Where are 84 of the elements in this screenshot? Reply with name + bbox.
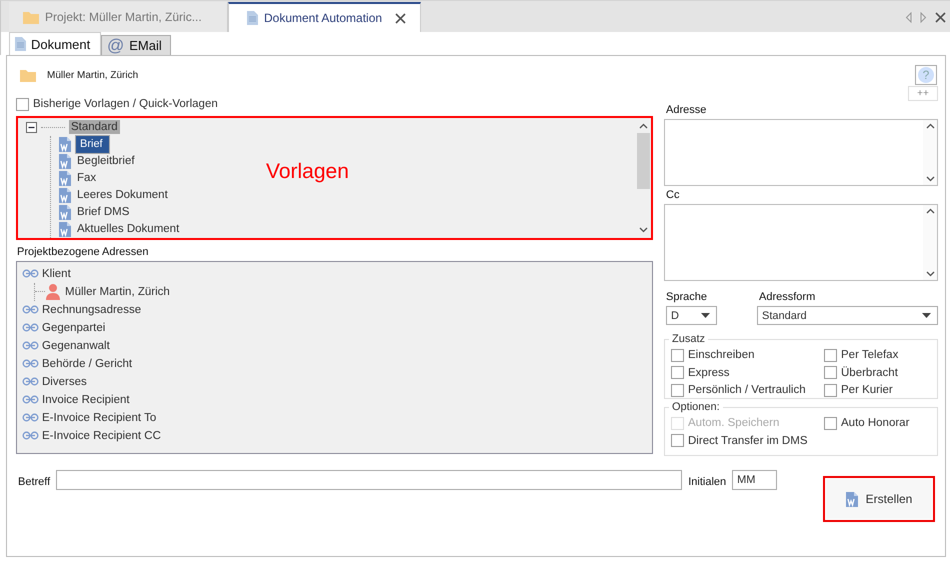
close-icon[interactable] [935, 12, 946, 22]
tree-item[interactable]: Aktuelles Dokument [75, 222, 182, 236]
scroll-up-icon [926, 123, 934, 129]
scrollbar-thumb[interactable] [637, 132, 650, 188]
scroll-down-icon [926, 176, 934, 182]
add-button[interactable]: ++ [908, 86, 938, 101]
folder-icon [23, 10, 39, 24]
link-icon [22, 323, 39, 332]
tree-item[interactable]: Standard [69, 120, 120, 134]
tree-item[interactable]: Begleitbrief [75, 154, 137, 168]
annotation-label: Vorlagen [266, 160, 349, 184]
field-label: Initialen [688, 476, 726, 488]
link-icon [22, 413, 39, 422]
checkbox[interactable]: Auto Honorar [824, 415, 910, 431]
tree-item[interactable]: Leeres Dokument [75, 188, 170, 202]
tree-item[interactable]: Brief [75, 134, 110, 154]
subject-field[interactable] [56, 470, 682, 490]
word-document-icon [59, 188, 71, 202]
word-document-icon [59, 222, 71, 236]
word-document-icon [59, 204, 71, 220]
field-label: Betreff [18, 476, 50, 488]
checkbox[interactable]: Express [671, 364, 730, 380]
document-icon [247, 11, 258, 25]
tree-item[interactable]: Fax [75, 171, 98, 185]
text-area[interactable] [664, 119, 938, 186]
checkbox[interactable]: Persönlich / Vertraulich [671, 382, 806, 398]
checkbox[interactable]: Bisherige Vorlagen / Quick-Vorlagen [16, 96, 218, 112]
checkbox[interactable]: Per Kurier [824, 382, 893, 398]
section-label: Projektbezogene Adressen [17, 246, 150, 258]
word-document-icon [59, 170, 71, 186]
tab[interactable]: @ EMail [101, 35, 171, 55]
checkbox[interactable]: Direct Transfer im DMS [671, 432, 808, 448]
project-name: Müller Martin, Zürich [47, 70, 138, 80]
scroll-up-icon [639, 122, 648, 128]
create-button[interactable]: Erstellen [826, 479, 932, 519]
text-area[interactable] [664, 204, 938, 281]
address-item[interactable]: E-Invoice Recipient To [42, 412, 156, 424]
folder-icon [20, 68, 36, 82]
caret-icon [922, 313, 931, 318]
link-icon [22, 359, 39, 368]
link-icon [22, 431, 39, 440]
scroll-down-icon [639, 226, 648, 232]
address-item[interactable]: Gegenpartei [42, 322, 106, 334]
word-document-icon [846, 492, 858, 506]
address-item[interactable]: E-Invoice Recipient CC [42, 430, 161, 442]
dropdown[interactable]: D [666, 306, 717, 325]
field-label: Cc [666, 189, 680, 201]
scroll-right-icon[interactable] [920, 12, 927, 22]
scroll-left-icon[interactable] [905, 12, 912, 22]
checkbox[interactable]: Einschreiben [671, 347, 754, 363]
word-document-icon [59, 136, 71, 152]
address-item[interactable]: Rechnungsadresse [42, 304, 142, 316]
tab[interactable]: Projekt: Müller Martin, Züric... [9, 2, 228, 32]
group-title: Zusatz [671, 333, 706, 345]
initials-field[interactable]: MM [732, 470, 778, 490]
field-label: Adresse [666, 104, 708, 116]
tab[interactable]: Dokument Automation [228, 2, 421, 32]
address-item[interactable]: Klient [42, 268, 71, 280]
collapse-icon[interactable] [26, 122, 37, 132]
scroll-down-icon [926, 271, 934, 277]
address-item[interactable]: Müller Martin, Zürich [65, 286, 170, 298]
tree-item[interactable]: Brief DMS [75, 205, 132, 219]
address-item[interactable]: Invoice Recipient [42, 394, 130, 406]
link-icon [22, 341, 39, 350]
scroll-up-icon [926, 208, 934, 214]
checkbox[interactable]: Per Telefax [824, 347, 898, 363]
address-item[interactable]: Diverses [42, 376, 87, 388]
tab[interactable]: Dokument [9, 32, 101, 55]
dropdown[interactable]: Standard [757, 306, 938, 325]
field-label: Adressform [759, 291, 816, 303]
link-icon [22, 377, 39, 386]
link-icon [22, 395, 39, 404]
word-document-icon [59, 154, 71, 168]
link-icon [22, 305, 39, 314]
close-icon[interactable] [395, 12, 406, 24]
address-item[interactable]: Gegenanwalt [42, 340, 110, 352]
person-icon [45, 283, 61, 300]
checkbox[interactable]: Überbracht [824, 364, 898, 380]
document-icon [15, 37, 26, 51]
group-title: Optionen: [671, 401, 721, 413]
caret-icon [701, 313, 710, 318]
link-icon [22, 269, 39, 278]
address-item[interactable]: Behörde / Gericht [42, 358, 132, 370]
field-label: Sprache [666, 291, 708, 303]
